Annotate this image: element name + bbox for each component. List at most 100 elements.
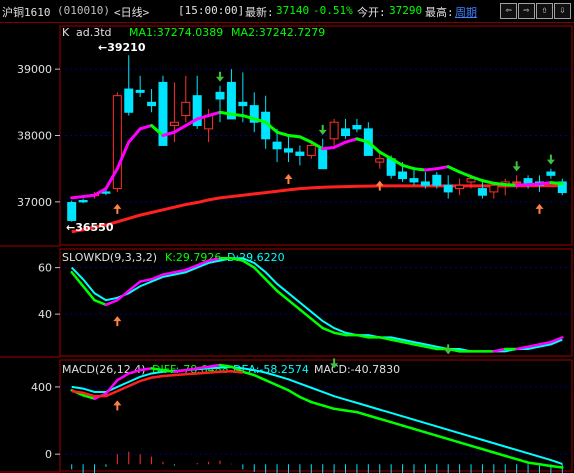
main-tick-label: 39000 — [17, 63, 52, 76]
ma1-segment — [515, 183, 530, 187]
ma1-segment — [423, 167, 439, 172]
macd-diff-segment — [138, 367, 153, 372]
macd-diff-segment — [355, 410, 370, 417]
latest-value: 37140 — [276, 4, 310, 17]
macd-diff-segment — [538, 463, 553, 468]
candle-body — [169, 121, 179, 127]
kd-tick-label: 60 — [38, 262, 52, 275]
ma2-label: MA2:37242.7279 — [231, 26, 325, 39]
macd-diff-segment — [458, 441, 473, 448]
macd-diff-segment — [264, 378, 279, 387]
kd-k-segment — [81, 284, 96, 302]
ma1-segment — [458, 170, 473, 179]
main-tick-label: 38000 — [17, 130, 52, 143]
candle-body — [546, 171, 556, 176]
candle-body — [341, 128, 351, 137]
ma1-label: MA1:37274.0389 — [129, 26, 223, 39]
kd-title: SLOWKD(9,3,3,2) — [62, 251, 157, 264]
macd-diff-segment — [481, 447, 496, 454]
high-arrow-label: ←39210 — [98, 41, 146, 54]
kd-buy-arrow-icon — [113, 316, 122, 327]
macd-title: MACD(26,12,4) — [62, 363, 146, 376]
candle-body — [398, 171, 408, 180]
buy-arrow-icon — [535, 203, 544, 214]
period-label[interactable]: <日线> — [114, 4, 149, 20]
macd-diff-segment — [378, 417, 393, 424]
macd-diff-segment — [310, 400, 324, 407]
ma1-segment — [412, 167, 427, 172]
macd-diff-segment — [367, 414, 381, 421]
candle-body — [306, 144, 316, 156]
ma1-segment — [435, 165, 450, 171]
instrument-code: (010010) — [57, 4, 110, 17]
nav-right-button[interactable]: ⇨ — [518, 3, 535, 19]
macd-tick-label: 0 — [45, 448, 52, 461]
candle-body — [215, 91, 225, 100]
main-title: K — [62, 26, 70, 39]
indicator-label: ad.3td — [76, 26, 112, 39]
nav-left-button[interactable]: ⇦ — [500, 3, 517, 19]
macd-diff-segment — [504, 454, 518, 461]
sell-arrow-icon — [546, 154, 555, 165]
ma1-segment — [321, 145, 336, 151]
change-percent: -0.51% — [313, 4, 353, 17]
ma1-segment — [344, 137, 359, 144]
ma1-segment — [526, 182, 541, 187]
open-label: 今开: — [357, 6, 386, 19]
sell-arrow-icon — [318, 124, 327, 135]
candle-body — [67, 202, 77, 221]
kd-d-line — [70, 257, 563, 353]
candle-body — [443, 184, 453, 193]
buy-arrow-icon — [113, 203, 122, 214]
macd-diff-segment — [184, 367, 199, 372]
candle-body — [455, 184, 465, 190]
chart-area[interactable]: K ad.3td MA1:37274.0389 MA2:37242.7279 3… — [0, 22, 574, 473]
macd-diff-segment — [435, 434, 450, 441]
macd-diff-segment — [424, 431, 439, 437]
macd-dea-line — [71, 366, 563, 465]
macd-diff-segment — [549, 464, 564, 469]
buy-arrow-icon — [284, 174, 293, 185]
candle-body — [135, 89, 145, 93]
ma1-segment — [81, 193, 97, 199]
ma1-segment — [332, 140, 348, 149]
sell-arrow-icon — [216, 71, 225, 82]
nav-up-button[interactable]: ⇧ — [536, 3, 553, 19]
macd-diff-segment — [515, 457, 530, 464]
nav-down-button[interactable]: ⇩ — [554, 3, 571, 19]
time-label: [15:00:00] — [178, 4, 245, 17]
macd-diff-segment — [207, 363, 222, 368]
ma1-segment — [401, 163, 416, 171]
ma1-segment — [172, 124, 188, 134]
ma1-segment — [70, 195, 85, 200]
high-label: 最高: — [425, 6, 454, 19]
ma1-segment — [537, 181, 553, 186]
high-annotation: 39210 — [107, 41, 146, 54]
ma1-segment — [207, 110, 222, 118]
macd-diff-segment — [218, 363, 233, 368]
candle-body — [181, 101, 191, 117]
kd-k-segment — [321, 326, 336, 334]
candle-body — [512, 181, 522, 184]
macd-diff-segment — [275, 383, 290, 392]
ma2-line — [71, 184, 563, 234]
candle-body — [477, 188, 487, 196]
macd-diff-segment — [150, 367, 165, 372]
instrument-name: 沪铜1610 — [2, 6, 51, 19]
kd-k-segment — [253, 266, 267, 281]
macd-buy-arrow-icon — [113, 400, 122, 411]
cycle-link[interactable]: 周期 — [455, 4, 477, 20]
latest-label: 最新: — [245, 6, 274, 19]
macd-diff-segment — [526, 461, 541, 466]
candle-body — [101, 191, 111, 194]
kd-sell-arrow-icon — [444, 344, 453, 355]
macd-value-label: MACD:-40.7830 — [314, 363, 400, 376]
kd-k-segment — [116, 289, 130, 302]
ma1-segment — [503, 183, 519, 187]
macd-diff-segment — [332, 407, 347, 412]
candle-body — [147, 101, 157, 107]
macd-diff-segment — [344, 409, 359, 414]
macd-diff-segment — [298, 395, 313, 404]
macd-diff-segment — [389, 420, 404, 427]
macd-diff-segment — [287, 389, 302, 399]
